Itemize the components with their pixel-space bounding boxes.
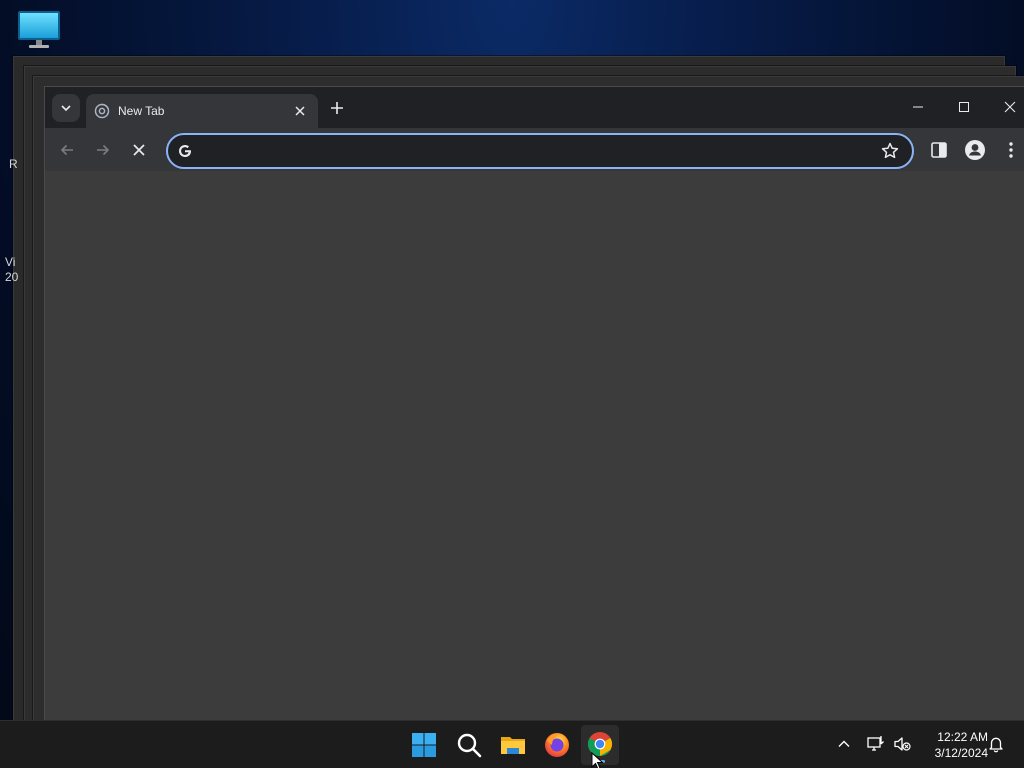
background-window-label: 20: [5, 270, 19, 284]
firefox-icon[interactable]: [543, 731, 571, 759]
google-g-icon: [179, 145, 191, 157]
page-content: [45, 171, 1024, 721]
browser-toolbar: [45, 128, 1024, 171]
close-window-button[interactable]: [996, 95, 1024, 119]
close-icon: [1004, 101, 1016, 113]
kebab-menu-icon[interactable]: [1001, 138, 1021, 162]
chevron-up-icon[interactable]: [836, 736, 852, 752]
search-icon[interactable]: [455, 731, 483, 759]
clock-date: 3/12/2024: [934, 746, 988, 760]
plus-icon[interactable]: [328, 99, 346, 117]
minimize-button[interactable]: [904, 95, 932, 119]
bookmark-star-icon[interactable]: [880, 141, 900, 161]
maximize-icon: [959, 102, 969, 112]
mouse-cursor-icon: [591, 752, 604, 768]
close-icon[interactable]: [292, 103, 308, 119]
minimize-icon: [913, 106, 923, 108]
address-input[interactable]: [202, 139, 856, 165]
address-bar[interactable]: [166, 133, 914, 169]
maximize-button[interactable]: [950, 95, 978, 119]
back-button[interactable]: [55, 138, 79, 162]
stop-loading-button[interactable]: [127, 138, 151, 162]
taskbar: 12:22 AM 3/12/2024: [0, 720, 1024, 768]
file-explorer-icon[interactable]: [499, 731, 527, 759]
tab-new-tab[interactable]: New Tab: [86, 94, 318, 128]
chevron-down-icon: [61, 105, 71, 112]
arrow-right-icon: [97, 144, 110, 156]
forward-button[interactable]: [91, 138, 115, 162]
profile-avatar-icon[interactable]: [963, 138, 987, 162]
background-window-label: R: [9, 157, 18, 171]
tab-title: New Tab: [118, 104, 165, 118]
close-icon: [133, 144, 145, 156]
notification-bell-icon[interactable]: [987, 735, 1005, 753]
side-panel-icon[interactable]: [928, 139, 950, 161]
browser-window: New Tab: [44, 86, 1024, 721]
chrome-newtab-icon: [94, 103, 110, 119]
system-clock[interactable]: 12:22 AM 3/12/2024: [918, 729, 988, 761]
title-bar: New Tab: [45, 87, 1024, 128]
desktop-computer-icon[interactable]: [14, 8, 64, 52]
background-window-label: Vi: [5, 255, 16, 269]
network-icon[interactable]: [866, 734, 886, 754]
start-icon[interactable]: [410, 731, 438, 759]
tab-search-button[interactable]: [52, 94, 80, 122]
clock-time: 12:22 AM: [937, 730, 988, 744]
volume-muted-icon[interactable]: [892, 734, 912, 754]
arrow-left-icon: [60, 144, 73, 156]
